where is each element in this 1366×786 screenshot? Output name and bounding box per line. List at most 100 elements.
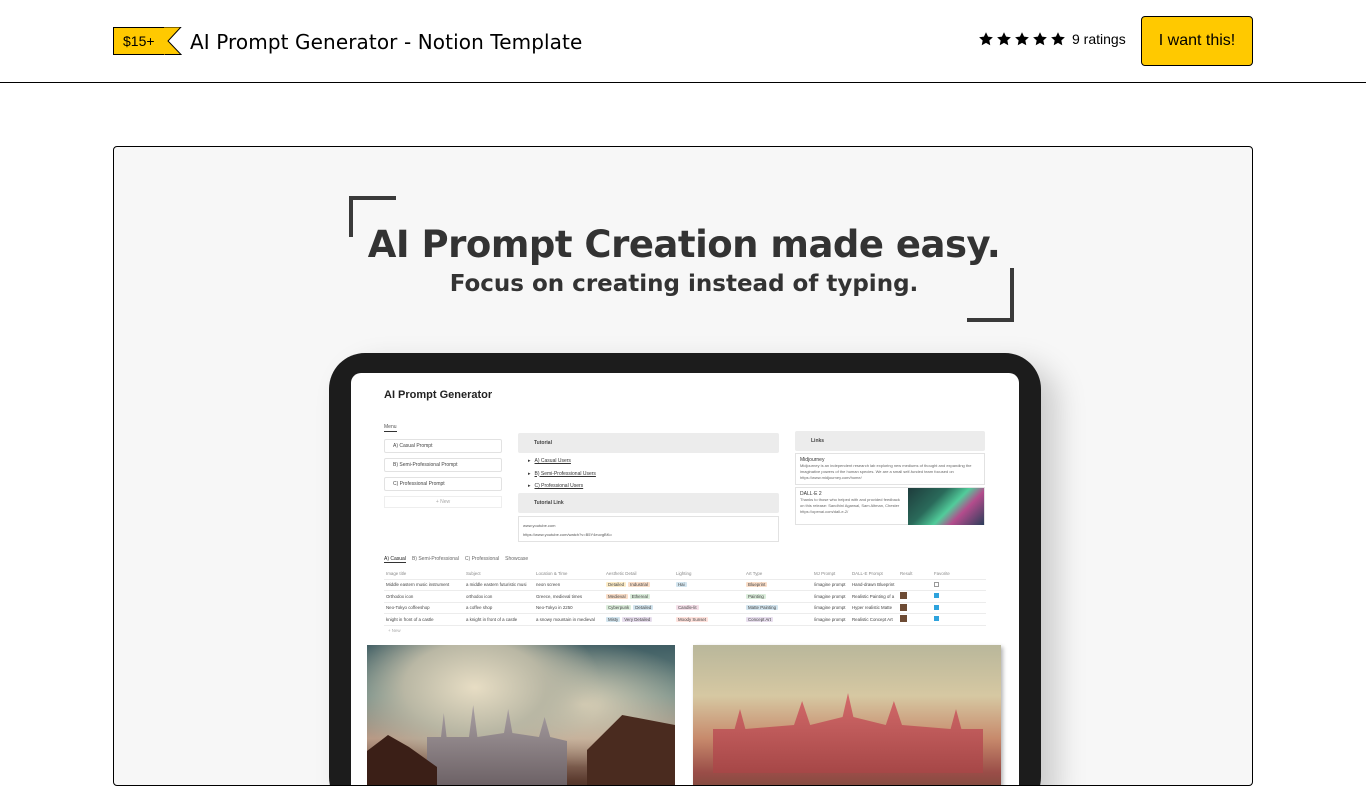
column-header: MJ Prompt — [814, 570, 836, 576]
cell-aesthetic: Medieval Ethereal — [604, 593, 674, 599]
star-icon — [1015, 32, 1029, 46]
cell-image-title: knight in front of a castle — [386, 616, 434, 622]
tag: Blueprint — [746, 582, 768, 588]
notion-tutorial-link: A) Casual Users — [518, 455, 779, 468]
star-icon — [979, 32, 993, 46]
tag: Matte Painting — [746, 605, 779, 611]
column-header: Favorite — [934, 570, 950, 576]
price-badge: $15+ — [113, 27, 182, 55]
tree-silhouette — [587, 715, 675, 785]
buy-button[interactable]: I want this! — [1141, 16, 1253, 66]
favorite-checkbox — [934, 593, 939, 599]
notion-prompt-table: Image title Subject Location & Time Aest… — [384, 568, 986, 636]
castle-image-2 — [693, 645, 1001, 785]
notion-menu-item: C) Professional Prompt — [384, 477, 502, 491]
cell-dalle-prompt: Realistic Concept Art — [852, 616, 893, 622]
dalle-preview-image — [908, 488, 984, 525]
notion-db-tab: Showcase — [505, 556, 529, 562]
favorite-checkbox — [934, 616, 939, 622]
cell-favorite — [932, 604, 960, 611]
cell-dalle-prompt: Hand-drawn Blueprint — [852, 582, 895, 588]
midjourney-url: https://www.midjourney.com/home/ — [800, 475, 862, 480]
result-thumbnail — [900, 603, 907, 611]
cell-image-title: Neo-Tokyo coffeeshop — [386, 605, 430, 611]
cell-mj-prompt: /imagine prompt — [814, 593, 846, 599]
notion-links: Links Midjourney Midjourney is an indepe… — [795, 431, 985, 525]
table-row: Neo-Tokyo coffeeshop a coffee shop Neo-Tok… — [384, 603, 986, 614]
notion-menu-item: A) Casual Prompt — [384, 439, 502, 453]
cell-image-title: Middle eastern music instrument — [386, 582, 450, 588]
column-header: DALL-E Prompt — [852, 570, 883, 576]
notion-link-card-midjourney: Midjourney Midjourney is an independent … — [795, 453, 985, 485]
star-icon — [1033, 32, 1047, 46]
cell-art-type: Matte Painting — [744, 605, 812, 611]
midjourney-desc: Midjourney is an independent research la… — [800, 463, 972, 474]
notion-db-tab: A) Casual — [384, 556, 406, 563]
cell-mj-prompt: /imagine prompt — [814, 605, 846, 611]
cell-dalle-prompt: Hyper realistic Matte — [852, 605, 893, 611]
favorite-checkbox — [934, 604, 939, 610]
cell-favorite — [932, 616, 960, 622]
column-header: Result — [900, 570, 913, 576]
cell-lighting: Moody Sunset — [674, 616, 744, 622]
price-text: $15+ — [113, 27, 164, 55]
cell-result — [898, 592, 932, 600]
notion-page-title: AI Prompt Generator — [384, 389, 493, 401]
cell-dalle-prompt: Realistic Painting of a — [852, 593, 895, 599]
column-header: Location & Time — [536, 570, 568, 576]
cell-mj-prompt: /imagine prompt — [814, 582, 846, 588]
notion-tutorial-link: C) Professional Users — [518, 480, 779, 493]
dalle-desc: Thanks to those who helped with and prov… — [800, 497, 900, 508]
hero-subheadline: Focus on creating instead of typing. — [449, 271, 919, 297]
table-body: Middle eastern music instrument a middle … — [384, 580, 986, 626]
product-preview[interactable]: AI Prompt Creation made easy. Focus on c… — [113, 146, 1253, 786]
notion-menu-new: + New — [384, 496, 502, 508]
product-title: AI Prompt Generator - Notion Template — [190, 30, 583, 54]
tag: Ethereal — [629, 593, 650, 599]
rating-summary[interactable]: 9 ratings — [978, 31, 1126, 47]
star-icon — [1051, 32, 1065, 46]
castle-image-1 — [367, 645, 675, 785]
table-header-row: Image title Subject Location & Time Aest… — [384, 568, 986, 580]
tag: Moody Sunset — [676, 616, 709, 622]
notion-url-box: www.youtube.com https://www.youtube.com/… — [518, 515, 779, 542]
column-header: Subject — [466, 570, 481, 576]
cell-lighting: Hai — [674, 582, 744, 588]
cell-favorite — [932, 581, 960, 588]
tag: Candle-lit — [676, 605, 699, 611]
notion-table-new: + New — [388, 627, 401, 633]
cell-aesthetic: Misty Very Detailed — [604, 616, 674, 622]
cell-art-type: Blueprint — [744, 582, 812, 588]
cell-subject: a knight in front of a castle — [466, 616, 518, 622]
cell-aesthetic: Detailed Industrial — [604, 582, 674, 588]
dalle-url: https://openai.com/dall-e-2/ — [800, 509, 849, 514]
cell-favorite — [932, 593, 960, 599]
cell-subject: a middle eastern futuristic musi — [466, 582, 527, 588]
notion-screen: AI Prompt Generator Menu A) Casual Promp… — [351, 373, 1019, 785]
notion-db-tabs: A) Casual B) Semi-Professional C) Profes… — [384, 556, 528, 563]
star-icon — [997, 32, 1011, 46]
notion-url: https://www.youtube.com/watch?v=B5Y4euvg… — [523, 531, 612, 537]
cell-aesthetic: Cyberpunk Detailed — [604, 605, 674, 611]
cell-lighting: Candle-lit — [674, 605, 744, 611]
tag: Hai — [676, 582, 687, 588]
product-header: $15+ AI Prompt Generator - Notion Templa… — [0, 0, 1366, 83]
cell-result — [898, 615, 932, 623]
notion-tutorial: Tutorial A) Casual Users B) Semi-Profess… — [518, 433, 779, 542]
tag: Cyberpunk — [606, 605, 632, 611]
notion-tutorial-link: B) Semi-Professional Users — [518, 468, 779, 481]
result-thumbnail — [900, 592, 907, 600]
notion-link-card-dalle: DALL·E 2 Thanks to those who helped with… — [795, 487, 985, 525]
notion-db-tab: C) Professional — [464, 556, 500, 562]
ratings-count: 9 ratings — [1072, 31, 1126, 47]
column-header: Aesthetic Detail — [606, 570, 637, 576]
hero-headline: AI Prompt Creation made easy. — [367, 223, 1001, 266]
table-row: Middle eastern music instrument a middle … — [384, 580, 986, 591]
tag: Detailed — [606, 582, 627, 588]
palace-silhouette — [713, 693, 983, 773]
tag: Painting — [746, 593, 766, 599]
cell-art-type: Painting — [744, 593, 812, 599]
column-header: Art Type — [746, 570, 763, 576]
tree-silhouette — [367, 735, 437, 785]
tag: Industrial — [628, 582, 650, 588]
